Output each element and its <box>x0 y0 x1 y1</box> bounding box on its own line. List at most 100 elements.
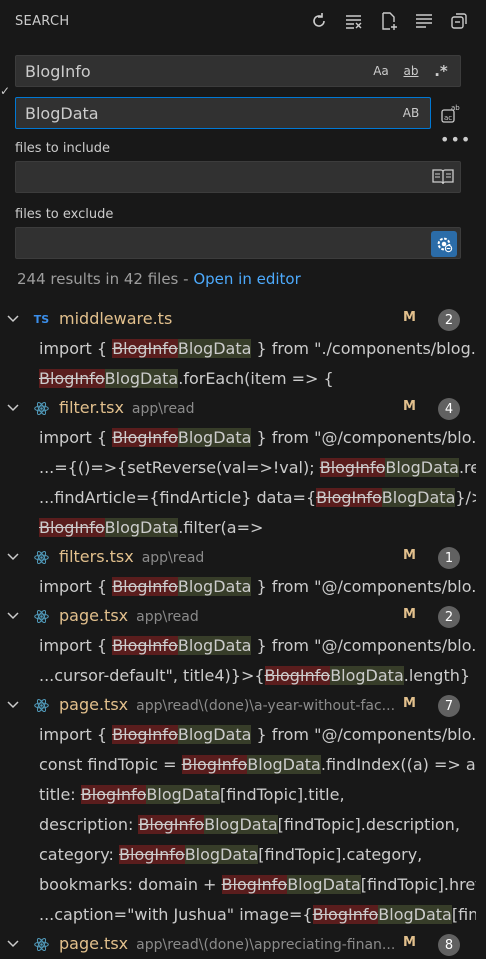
match-line[interactable]: const findTopic = BlogInfoBlogData.findI… <box>0 750 476 780</box>
react-icon <box>33 697 50 714</box>
toggle-replace-icon[interactable]: ✓ <box>0 84 10 98</box>
match-count-badge: 7 <box>438 695 460 717</box>
file-result-row[interactable]: page.tsx app\read M 2 <box>0 602 486 631</box>
match-context-text: .filter(a=> <box>178 518 264 537</box>
chevron-down-icon[interactable] <box>6 550 20 564</box>
match-context-text: } from "@/components/blo... <box>251 428 477 447</box>
match-context-text: [findTopic].title, <box>220 785 345 804</box>
use-exclude-settings-icon[interactable] <box>431 231 457 257</box>
match-line[interactable]: description: BlogInfoBlogData[findTopic]… <box>0 810 476 840</box>
file-name: page.tsx app\read <box>59 606 199 625</box>
file-name: filters.tsx app\read <box>59 547 205 566</box>
match-context-text: title: <box>39 785 81 804</box>
removed-text: BlogInfo <box>112 725 178 744</box>
include-input[interactable] <box>15 161 461 193</box>
preserve-case-icon[interactable]: AB <box>400 103 422 123</box>
results-summary: 244 results in 42 files - Open in editor <box>17 270 301 288</box>
file-result-row[interactable]: page.tsx app\read\(done)\a-year-without-f… <box>0 691 486 720</box>
match-line[interactable]: import { BlogInfoBlogData } from "@/comp… <box>0 631 476 661</box>
clear-results-icon[interactable] <box>341 8 367 34</box>
match-line[interactable]: import { BlogInfoBlogData } from "@/comp… <box>0 423 476 453</box>
svg-text:ac: ac <box>444 114 452 122</box>
match-line[interactable]: ...cursor-default", title4)}>{BlogInfoBl… <box>0 661 476 691</box>
removed-text: BlogInfo <box>39 369 105 388</box>
file-result-row[interactable]: page.tsx app\read\(done)\appreciating-fin… <box>0 930 486 959</box>
inserted-text: BlogData <box>184 845 259 864</box>
open-in-editor-link[interactable]: Open in editor <box>193 270 300 288</box>
file-result-row[interactable]: TS middleware.ts M 2 <box>0 305 486 334</box>
match-line[interactable]: title: BlogInfoBlogData[findTopic].title… <box>0 780 476 810</box>
match-line[interactable]: ...={()=>{setReverse(val=>!val); BlogInf… <box>0 453 476 483</box>
results-tree: TS middleware.ts M 2 import { BlogInfoBlogDa… <box>0 305 486 959</box>
inserted-text: BlogData <box>287 875 361 894</box>
match-context-text: ...caption="with Jushua" image={ <box>39 905 313 924</box>
file-result-row[interactable]: filters.tsx app\read M 1 <box>0 543 486 572</box>
git-status-badge: M <box>403 696 416 711</box>
match-line[interactable]: import { BlogInfoBlogData } from "@/comp… <box>0 720 476 750</box>
match-line[interactable]: import { BlogInfoBlogData } from "@/comp… <box>0 572 476 602</box>
chevron-down-icon[interactable] <box>6 698 20 712</box>
search-panel-header: SEARCH <box>0 0 486 42</box>
match-line[interactable]: BlogInfoBlogData.filter(a=> <box>0 513 476 543</box>
match-count-badge: 2 <box>438 309 460 331</box>
match-context-text: } from "@/components/blo... <box>251 577 477 596</box>
replace-all-icon[interactable]: ab ac <box>438 101 464 127</box>
inserted-text: BlogData <box>104 518 179 537</box>
more-options-icon[interactable]: ••• <box>440 130 471 149</box>
react-icon <box>33 608 50 625</box>
match-case-icon[interactable]: Aa <box>370 61 392 81</box>
exclude-input[interactable] <box>15 227 461 259</box>
match-whole-word-icon[interactable]: ab <box>400 61 422 81</box>
regex-icon[interactable]: .* <box>430 61 452 81</box>
file-result-row[interactable]: filter.tsx app\read M 4 <box>0 394 486 423</box>
inserted-text: BlogData <box>385 458 459 477</box>
match-context-text: [findTopic].category, <box>258 845 423 864</box>
match-context-text: ...={()=>{setReverse(val=>!val); <box>39 458 320 477</box>
match-context-text: .length} In... <box>403 666 476 685</box>
match-line[interactable]: category: BlogInfoBlogData[findTopic].ca… <box>0 840 476 870</box>
match-context-text: .rever... <box>458 458 476 477</box>
search-input-value: BlogInfo <box>25 61 91 81</box>
exclude-label: files to exclude <box>15 207 114 222</box>
removed-text: BlogInfo <box>221 875 288 894</box>
file-path: app\read\(done)\a-year-without-fac... <box>136 698 396 714</box>
git-status-badge: M <box>403 607 416 622</box>
match-context-text: ...cursor-default", title4)}>{ <box>39 666 265 685</box>
match-line[interactable]: ...caption="with Jushua" image={BlogInfo… <box>0 900 476 930</box>
search-only-open-editors-icon[interactable] <box>432 167 454 187</box>
inserted-text: BlogData <box>204 815 278 834</box>
removed-text: BlogInfo <box>319 458 386 477</box>
match-context-text: [fin... <box>451 905 476 924</box>
panel-title: SEARCH <box>15 13 70 29</box>
removed-text: BlogInfo <box>112 636 178 655</box>
match-context-text: } from "./components/blog... <box>251 339 477 358</box>
removed-text: BlogInfo <box>312 905 379 924</box>
collapse-all-icon[interactable] <box>446 8 472 34</box>
match-line[interactable]: BlogInfoBlogData.forEach(item => { <box>0 364 476 394</box>
chevron-down-icon[interactable] <box>6 609 20 623</box>
react-icon <box>33 400 50 417</box>
match-line[interactable]: ...findArticle={findArticle} data={BlogI… <box>0 483 476 513</box>
match-context-text: }/> <box>455 488 476 507</box>
new-search-editor-icon[interactable] <box>376 8 402 34</box>
file-name: page.tsx app\read\(done)\a-year-without-f… <box>59 695 396 714</box>
replace-input[interactable]: BlogData AB <box>15 97 431 129</box>
match-context-text: [findTopic].description, <box>277 815 460 834</box>
match-line[interactable]: bookmarks: domain + BlogInfoBlogData[fin… <box>0 870 476 900</box>
match-line[interactable]: import { BlogInfoBlogData } from "./comp… <box>0 334 476 364</box>
match-count-badge: 1 <box>438 547 460 569</box>
search-input[interactable]: BlogInfo Aa ab .* <box>15 55 461 87</box>
chevron-down-icon[interactable] <box>6 937 20 951</box>
inserted-text: BlogData <box>378 905 452 924</box>
view-as-tree-icon[interactable] <box>411 8 437 34</box>
inserted-text: BlogData <box>330 666 404 685</box>
match-count-badge: 8 <box>438 934 460 956</box>
match-context-text: import { <box>39 636 113 655</box>
inserted-text: BlogData <box>146 785 220 804</box>
removed-text: BlogInfo <box>112 339 178 358</box>
chevron-down-icon[interactable] <box>6 312 20 326</box>
match-context-text: bookmarks: domain + <box>39 875 222 894</box>
match-context-text: import { <box>39 428 113 447</box>
refresh-icon[interactable] <box>306 8 332 34</box>
chevron-down-icon[interactable] <box>6 401 20 415</box>
